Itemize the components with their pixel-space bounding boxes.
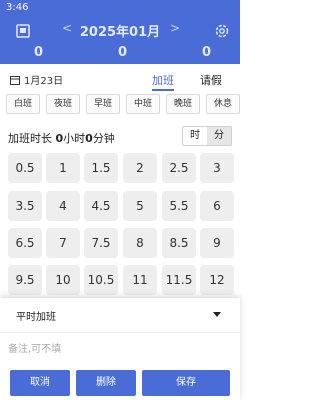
unit-toggle: 时 分: [182, 126, 232, 146]
delete-button[interactable]: 删除: [76, 370, 136, 396]
overtime-type-select[interactable]: 平时加班: [16, 308, 56, 323]
shift-rest[interactable]: 休息: [206, 94, 240, 114]
hour-key[interactable]: 6.5: [8, 228, 42, 258]
chevron-down-icon[interactable]: [213, 312, 221, 317]
hour-key[interactable]: 8: [123, 228, 157, 258]
hours-unit: 小时: [63, 132, 86, 145]
stat-value: 0: [202, 45, 212, 60]
hour-key[interactable]: 9: [200, 228, 234, 258]
hour-key[interactable]: 1: [46, 153, 80, 183]
hour-key[interactable]: 7.5: [84, 228, 118, 258]
hour-key[interactable]: 5.5: [162, 191, 196, 221]
shift-early[interactable]: 早班: [86, 94, 120, 114]
duration-label: 加班时长: [8, 132, 52, 145]
tab-leave[interactable]: 请假: [200, 72, 222, 88]
calendar-book-icon[interactable]: [16, 24, 30, 38]
hour-key[interactable]: 3.5: [8, 191, 42, 221]
hour-key[interactable]: 7: [46, 228, 80, 258]
next-month-button[interactable]: >: [170, 21, 180, 35]
hour-key[interactable]: 2: [123, 153, 157, 183]
gear-icon[interactable]: [214, 23, 230, 39]
divider: [0, 332, 240, 333]
hour-key[interactable]: 1.5: [84, 153, 118, 183]
cancel-button[interactable]: 取消: [10, 370, 70, 396]
shift-middle[interactable]: 中班: [126, 94, 160, 114]
hour-key[interactable]: 10: [46, 265, 80, 295]
unit-minute-button[interactable]: 分: [207, 127, 231, 145]
minutes-unit: 分钟: [92, 132, 115, 145]
status-time: 3:46: [6, 2, 29, 13]
tab-overtime[interactable]: 加班: [152, 72, 174, 91]
shift-options: 白班 夜班 早班 中班 晚班 休息: [6, 94, 240, 114]
stat-value: 0: [118, 45, 128, 60]
overtime-duration: 加班时长 0小时0分钟: [8, 130, 115, 146]
month-title[interactable]: 2025年01月: [70, 21, 170, 40]
hour-key[interactable]: 5: [123, 191, 157, 221]
hour-key[interactable]: 9.5: [8, 265, 42, 295]
hour-key[interactable]: 4: [46, 191, 80, 221]
remark-input[interactable]: 备注,可不填: [8, 340, 61, 355]
hour-key[interactable]: 4.5: [84, 191, 118, 221]
save-button[interactable]: 保存: [142, 370, 230, 396]
shift-late[interactable]: 晚班: [166, 94, 200, 114]
date-label: 1月23日: [24, 76, 64, 87]
hour-key[interactable]: 11: [123, 265, 157, 295]
hour-key[interactable]: 0.5: [8, 153, 42, 183]
shift-day[interactable]: 白班: [6, 94, 40, 114]
duration-hours: 0: [55, 132, 64, 145]
selected-date: 1月23日: [10, 72, 63, 87]
hour-key[interactable]: 2.5: [162, 153, 196, 183]
hour-key[interactable]: 6: [200, 191, 234, 221]
shift-night[interactable]: 夜班: [46, 94, 80, 114]
hour-key[interactable]: 10.5: [84, 265, 118, 295]
duration-minutes: 0: [85, 132, 93, 145]
hour-key[interactable]: 3: [200, 153, 234, 183]
stat-value: 0: [34, 45, 44, 60]
bottom-panel: 平时加班 备注,可不填 取消 删除 保存: [0, 298, 240, 400]
month-header: < 2025年01月 > 0 0 0: [0, 16, 240, 64]
status-bar: 3:46: [0, 0, 240, 16]
hour-key[interactable]: 11.5: [162, 265, 196, 295]
unit-hour-button[interactable]: 时: [183, 127, 207, 145]
calendar-icon: [10, 75, 20, 85]
hour-key[interactable]: 12: [200, 265, 234, 295]
hour-key[interactable]: 8.5: [162, 228, 196, 258]
